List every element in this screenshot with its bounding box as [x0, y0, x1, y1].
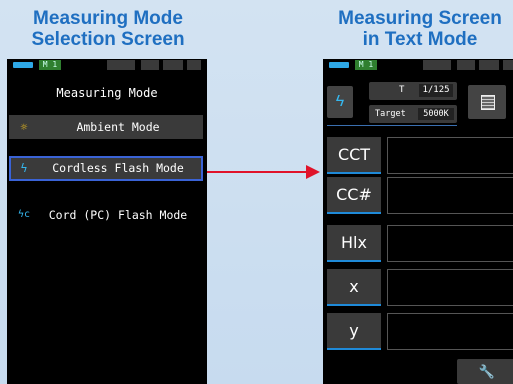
x-label: x	[327, 269, 381, 306]
y-value	[387, 313, 513, 350]
left-caption: Measuring Mode Selection Screen	[0, 8, 216, 50]
status-block	[107, 60, 135, 70]
flash-icon: ϟ	[20, 161, 28, 175]
memory-indicator: M 1	[355, 60, 377, 70]
memory-button[interactable]	[468, 85, 506, 119]
memory-indicator: M 1	[39, 60, 61, 70]
status-block	[457, 60, 475, 70]
mode-label: Cordless Flash Mode	[52, 161, 184, 175]
divider	[327, 125, 457, 126]
shutter-value: 1/125	[419, 84, 453, 97]
flash-mode-button[interactable]: ϟ	[327, 86, 353, 118]
measuring-text-mode-screen: M 1 ϟ T 1/125 Target 5000K CCT CC# Hlx x…	[323, 59, 513, 384]
left-caption-line-2: Selection Screen	[31, 29, 185, 50]
shutter-speed-box[interactable]: T 1/125	[369, 82, 457, 100]
target-label: Target	[375, 109, 406, 119]
right-caption-line-1: Measuring Screen	[338, 8, 502, 29]
cct-label: CCT	[327, 137, 381, 174]
target-box[interactable]: Target 5000K	[369, 105, 457, 123]
flash-icon: ϟ	[335, 93, 345, 110]
battery-icon	[13, 62, 33, 68]
cord-pc-flash-mode-button[interactable]: ϟc Cord (PC) Flash Mode	[9, 203, 203, 227]
status-block	[423, 60, 451, 70]
status-block	[163, 60, 183, 70]
sun-icon: ☼	[20, 120, 28, 134]
cord-flash-icon: ϟc	[17, 209, 31, 220]
cc-number-value	[387, 177, 513, 214]
arrow-head	[306, 165, 320, 179]
screen-title: Measuring Mode	[56, 86, 158, 100]
status-block	[479, 60, 499, 70]
right-caption-line-2: in Text Mode	[362, 29, 478, 50]
cc-number-label: CC#	[327, 177, 381, 214]
status-block	[503, 60, 513, 70]
tool-button[interactable]: 🔧	[457, 359, 513, 384]
status-block	[141, 60, 159, 70]
hlx-value	[387, 225, 513, 262]
hlx-label: Hlx	[327, 225, 381, 262]
arrow-line	[207, 171, 308, 173]
status-block	[187, 60, 201, 70]
mode-label: Ambient Mode	[76, 120, 160, 134]
left-caption-line-1: Measuring Mode	[33, 8, 183, 29]
status-bar: M 1	[323, 59, 513, 73]
memory-list-icon	[481, 95, 495, 110]
target-value: 5000K	[418, 108, 454, 120]
battery-icon	[329, 62, 349, 68]
cordless-flash-mode-button[interactable]: ϟ Cordless Flash Mode	[9, 156, 203, 181]
y-label: y	[327, 313, 381, 350]
shutter-label: T	[399, 85, 405, 95]
wrench-icon: 🔧	[478, 364, 496, 379]
x-value	[387, 269, 513, 306]
measuring-mode-selection-screen: M 1 Measuring Mode ☼ Ambient Mode ϟ Cord…	[7, 59, 207, 384]
ambient-mode-button[interactable]: ☼ Ambient Mode	[9, 115, 203, 139]
status-bar: M 1	[7, 59, 207, 73]
cct-value	[387, 137, 513, 174]
mode-label: Cord (PC) Flash Mode	[48, 208, 188, 222]
right-caption: Measuring Screen in Text Mode	[305, 8, 513, 50]
